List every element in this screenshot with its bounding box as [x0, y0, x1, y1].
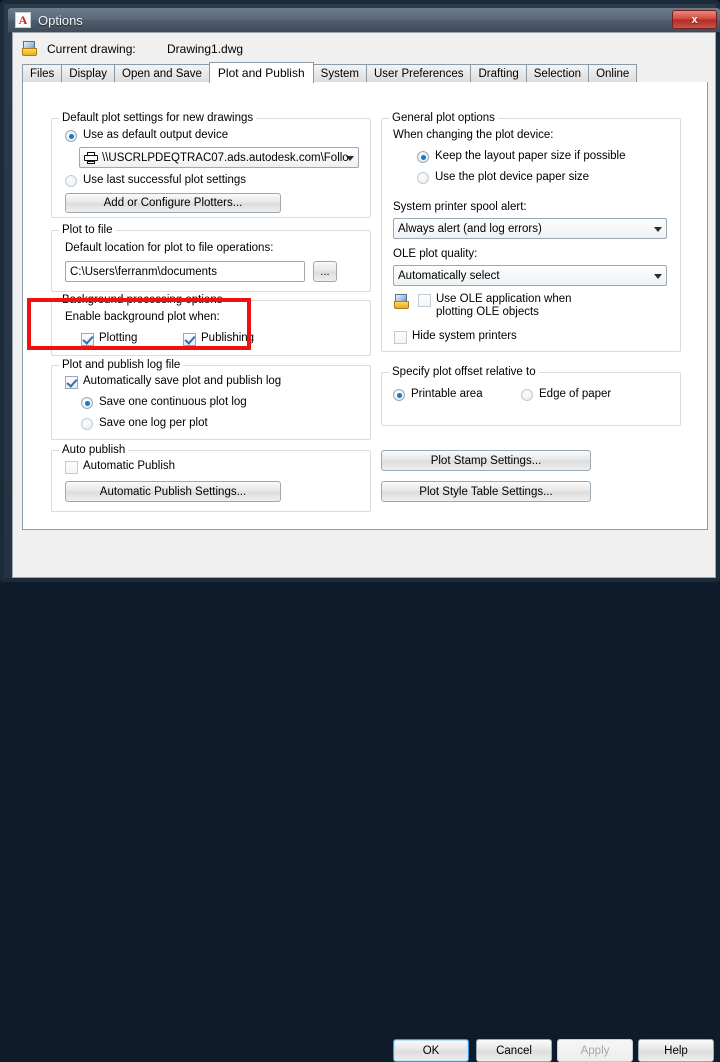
cancel-button[interactable]: Cancel [476, 1039, 552, 1062]
tab-plot-and-publish[interactable]: Plot and Publish [208, 62, 314, 83]
help-button[interactable]: Help [638, 1039, 714, 1062]
radio-label: Save one continuous plot log [99, 396, 247, 408]
system-printer-spool-alert-combo[interactable]: Always alert (and log errors) [393, 218, 667, 239]
ole-plot-quality-label: OLE plot quality: [393, 248, 478, 260]
chevron-down-icon[interactable] [654, 273, 662, 279]
default-plot-settings-legend: Default plot settings for new drawings [59, 112, 257, 124]
checkbox-icon [81, 333, 94, 346]
radio-dot-icon [417, 151, 429, 163]
tab-open-and-save[interactable]: Open and Save [114, 64, 210, 82]
title-bar: A Options x [8, 8, 720, 32]
radio-label: Use last successful plot settings [83, 174, 246, 186]
drawing-file-icon [394, 294, 411, 309]
checkbox-icon [65, 376, 78, 389]
checkbox-publishing[interactable]: Publishing [183, 332, 255, 346]
default-output-device-value: \\USCRLPDEQTRAC07.ads.autodesk.com\Follo [102, 151, 349, 164]
options-dialog-window: A Options x Current drawing: Drawing1.dw… [0, 0, 720, 1062]
tab-system[interactable]: System [312, 64, 367, 82]
checkbox-use-ole-application[interactable]: Use OLE application when plotting OLE ob… [418, 293, 608, 319]
system-printer-spool-alert-label: System printer spool alert: [393, 201, 527, 213]
radio-label: Use as default output device [83, 129, 229, 141]
checkbox-icon [418, 294, 431, 307]
radio-edge-of-paper[interactable]: Edge of paper [521, 388, 612, 401]
autocad-a-icon: A [15, 12, 31, 28]
radio-dot-icon [417, 172, 429, 184]
chevron-down-icon[interactable] [654, 226, 662, 232]
checkbox-plotting[interactable]: Plotting [81, 332, 138, 346]
close-icon[interactable]: x [672, 10, 717, 29]
radio-dot-icon [65, 130, 77, 142]
apply-button: Apply [557, 1039, 633, 1062]
checkbox-label: Use OLE application when plotting OLE ob… [436, 293, 572, 318]
checkbox-automatic-publish[interactable]: Automatic Publish [65, 460, 176, 474]
general-plot-options-legend: General plot options [389, 112, 498, 124]
spool-alert-value: Always alert (and log errors) [398, 222, 542, 235]
chevron-down-icon[interactable] [346, 155, 354, 161]
checkbox-label: Plotting [99, 332, 138, 344]
default-output-device-combo[interactable]: \\USCRLPDEQTRAC07.ads.autodesk.com\Follo [79, 147, 359, 168]
radio-use-default-output-device[interactable]: Use as default output device [65, 129, 229, 142]
radio-label: Save one log per plot [99, 417, 208, 429]
auto-publish-legend: Auto publish [59, 444, 129, 456]
radio-save-one-continuous-plot-log[interactable]: Save one continuous plot log [81, 396, 247, 409]
tab-drafting[interactable]: Drafting [470, 64, 527, 82]
plot-to-file-path-input[interactable]: C:\Users\ferranm\documents [65, 261, 305, 282]
tab-display[interactable]: Display [61, 64, 115, 82]
radio-use-last-successful-plot-settings[interactable]: Use last successful plot settings [65, 174, 246, 187]
plot-to-file-legend: Plot to file [59, 224, 116, 236]
checkbox-label: Automatic Publish [83, 460, 176, 472]
radio-printable-area[interactable]: Printable area [393, 388, 483, 401]
tab-selection[interactable]: Selection [525, 64, 590, 82]
current-drawing-value: Drawing1.dwg [167, 41, 244, 56]
tab-user-preferences[interactable]: User Preferences [366, 64, 472, 82]
plot-stamp-settings-button[interactable]: Plot Stamp Settings... [381, 450, 591, 471]
radio-dot-icon [521, 389, 533, 401]
plot-style-table-settings-button[interactable]: Plot Style Table Settings... [381, 481, 591, 502]
tab-strip: Files Display Open and Save Plot and Pub… [22, 62, 708, 83]
checkbox-icon [65, 461, 78, 474]
tab-online[interactable]: Online [588, 64, 638, 82]
browse-path-button[interactable]: ... [313, 261, 337, 282]
plot-publish-log-legend: Plot and publish log file [59, 359, 184, 371]
dialog-client-area: Current drawing: Drawing1.dwg Files Disp… [12, 32, 716, 1062]
current-drawing-row: Current drawing: Drawing1.dwg [22, 41, 243, 56]
background-processing-group: Background processing options [51, 294, 371, 356]
checkbox-label: Hide system printers [412, 330, 517, 342]
ole-plot-quality-combo[interactable]: Automatically select [393, 265, 667, 286]
radio-label: Printable area [411, 388, 483, 400]
when-changing-plot-device-label: When changing the plot device: [393, 129, 554, 141]
radio-dot-icon [81, 397, 93, 409]
checkbox-icon [394, 331, 407, 344]
enable-background-plot-label: Enable background plot when: [65, 311, 220, 323]
radio-keep-layout-paper-size[interactable]: Keep the layout paper size if possible [417, 150, 626, 163]
plot-offset-legend: Specify plot offset relative to [389, 366, 539, 378]
checkbox-icon [183, 333, 196, 346]
drawing-file-icon [22, 41, 39, 56]
checkbox-label: Publishing [201, 332, 255, 344]
radio-label: Use the plot device paper size [435, 171, 590, 183]
radio-dot-icon [81, 418, 93, 430]
radio-use-plot-device-paper-size[interactable]: Use the plot device paper size [417, 171, 590, 184]
ole-plot-quality-value: Automatically select [398, 269, 500, 282]
radio-label: Keep the layout paper size if possible [435, 150, 626, 162]
tab-files[interactable]: Files [22, 64, 63, 82]
ok-button[interactable]: OK [393, 1039, 469, 1062]
checkbox-label: Automatically save plot and publish log [83, 375, 282, 387]
printer-icon [84, 151, 98, 164]
checkbox-hide-system-printers[interactable]: Hide system printers [394, 330, 517, 344]
current-drawing-label: Current drawing: [47, 41, 136, 56]
background-processing-legend: Background processing options [59, 294, 226, 306]
dialog-footer: OK Cancel Apply Help [13, 533, 715, 1062]
checkbox-auto-save-log[interactable]: Automatically save plot and publish log [65, 375, 282, 389]
automatic-publish-settings-button[interactable]: Automatic Publish Settings... [65, 481, 281, 502]
plot-and-publish-panel: Default plot settings for new drawings U… [22, 82, 708, 530]
add-or-configure-plotters-button[interactable]: Add or Configure Plotters... [65, 193, 281, 213]
radio-dot-icon [65, 175, 77, 187]
radio-save-one-log-per-plot[interactable]: Save one log per plot [81, 417, 208, 430]
window-title: Options [38, 12, 83, 28]
plot-to-file-location-label: Default location for plot to file operat… [65, 242, 274, 254]
radio-dot-icon [393, 389, 405, 401]
radio-label: Edge of paper [539, 388, 612, 400]
